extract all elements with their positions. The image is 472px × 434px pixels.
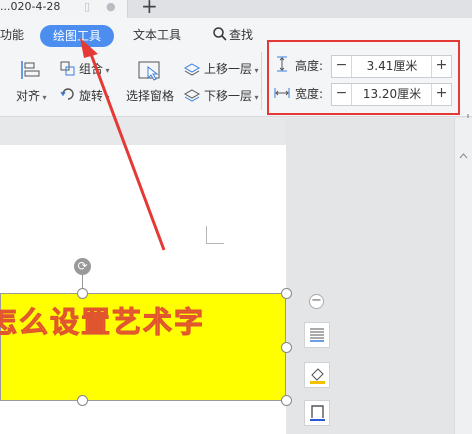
app-window: ...020-4-28 ▯ ● + 功能 绘图工具 文本工具 查找 对齐 ▾ 组… bbox=[0, 0, 472, 434]
annotation-arrow bbox=[80, 38, 166, 251]
